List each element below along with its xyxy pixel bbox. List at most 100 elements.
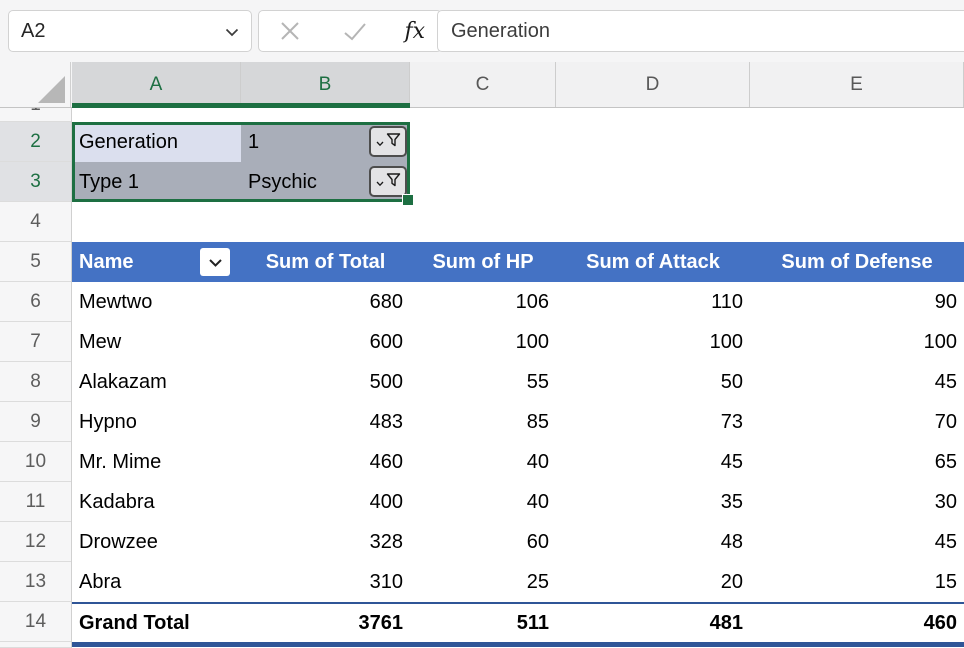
cell-total[interactable]: 483	[241, 402, 410, 442]
cell-attack[interactable]: 35	[556, 482, 750, 522]
chevron-down-icon	[208, 251, 223, 274]
row-number: 12	[25, 531, 46, 553]
row-header-10[interactable]: 10	[0, 442, 71, 482]
table-row: Drowzee 328 60 48 45	[72, 522, 964, 562]
column-header-c[interactable]: C	[410, 62, 556, 107]
table-row: Abra 310 25 20 15	[72, 562, 964, 602]
chevron-down-icon[interactable]	[225, 20, 239, 43]
row-header-2[interactable]: 2	[0, 122, 71, 162]
cell-attack[interactable]: 100	[556, 322, 750, 362]
cell-name[interactable]: Mr. Mime	[72, 442, 241, 482]
cell-hp[interactable]: 55	[410, 362, 556, 402]
cell-name[interactable]: Kadabra	[72, 482, 241, 522]
cell-grand-total-hp[interactable]: 511	[410, 604, 556, 642]
cell-grand-total-total[interactable]: 3761	[241, 604, 410, 642]
row-number: 8	[30, 371, 41, 393]
sheet-grid: Generation 1 Type 1 Psychic Name Sum of …	[72, 108, 964, 648]
cell-grand-total-attack[interactable]: 481	[556, 604, 750, 642]
formula-bar-value: Generation	[451, 20, 550, 43]
formula-bar[interactable]: Generation	[437, 10, 964, 52]
cell-hp[interactable]: 25	[410, 562, 556, 602]
pivot-header-name[interactable]: Name	[72, 242, 241, 282]
cell-hp[interactable]: 40	[410, 482, 556, 522]
cell-total[interactable]: 310	[241, 562, 410, 602]
column-header-strip: A B C D E	[0, 62, 964, 108]
confirm-icon[interactable]	[340, 16, 370, 46]
cell-defense[interactable]: 100	[750, 322, 964, 362]
cell-name[interactable]: Mewtwo	[72, 282, 241, 322]
cell-total[interactable]: 400	[241, 482, 410, 522]
cell-total[interactable]: 680	[241, 282, 410, 322]
insert-function-icon[interactable]: fx	[404, 19, 425, 44]
cell-hp[interactable]: 100	[410, 322, 556, 362]
table-row: Mewtwo 680 106 110 90	[72, 282, 964, 322]
name-filter-dropdown-button[interactable]	[200, 248, 230, 276]
row-header-12[interactable]: 12	[0, 522, 71, 562]
row-header-15-partial[interactable]	[0, 642, 71, 648]
row-header-13[interactable]: 13	[0, 562, 71, 602]
cell-hp[interactable]: 106	[410, 282, 556, 322]
pivot-header-row: Name Sum of Total Sum of HP Sum of Attac…	[72, 242, 964, 282]
row-header-1[interactable]: 1	[0, 108, 71, 122]
cell-grand-total-label[interactable]: Grand Total	[72, 604, 241, 642]
row-header-4[interactable]: 4	[0, 202, 71, 242]
row-number: 4	[30, 211, 41, 233]
cell-total[interactable]: 600	[241, 322, 410, 362]
pivot-header-sum-of-defense[interactable]: Sum of Defense	[750, 242, 964, 282]
cell-attack[interactable]: 20	[556, 562, 750, 602]
cell-name[interactable]: Hypno	[72, 402, 241, 442]
cell-total[interactable]: 460	[241, 442, 410, 482]
cell-hp[interactable]: 85	[410, 402, 556, 442]
cell-name[interactable]: Abra	[72, 562, 241, 602]
row-header-3[interactable]: 3	[0, 162, 71, 202]
cell-defense[interactable]: 30	[750, 482, 964, 522]
name-box[interactable]: A2	[8, 10, 252, 52]
row-number: 9	[30, 411, 41, 433]
cell-name[interactable]: Mew	[72, 322, 241, 362]
row-header-9[interactable]: 9	[0, 402, 71, 442]
row-number: 2	[30, 131, 41, 153]
cell-hp[interactable]: 60	[410, 522, 556, 562]
row-header-strip: 1 2 3 4 5 6 7 8 9 10 11 12 13 14	[0, 108, 72, 648]
table-row: Hypno 483 85 73 70	[72, 402, 964, 442]
cell-total[interactable]: 500	[241, 362, 410, 402]
table-row: Mr. Mime 460 40 45 65	[72, 442, 964, 482]
row-header-6[interactable]: 6	[0, 282, 71, 322]
row-number: 1	[30, 108, 41, 116]
pivot-header-sum-of-attack[interactable]: Sum of Attack	[556, 242, 750, 282]
cell-grand-total-defense[interactable]: 460	[750, 604, 964, 642]
cell-defense[interactable]: 90	[750, 282, 964, 322]
cell-attack[interactable]: 48	[556, 522, 750, 562]
cell-attack[interactable]: 50	[556, 362, 750, 402]
pivot-header-sum-of-total[interactable]: Sum of Total	[241, 242, 410, 282]
cell-attack[interactable]: 110	[556, 282, 750, 322]
row-header-8[interactable]: 8	[0, 362, 71, 402]
cell-hp[interactable]: 40	[410, 442, 556, 482]
row-header-11[interactable]: 11	[0, 482, 71, 522]
cancel-icon[interactable]	[275, 16, 305, 46]
fill-handle[interactable]	[402, 194, 414, 206]
cell-defense[interactable]: 65	[750, 442, 964, 482]
row-header-5[interactable]: 5	[0, 242, 71, 282]
cell-defense[interactable]: 45	[750, 362, 964, 402]
select-all-button[interactable]	[0, 62, 71, 107]
pivot-header-sum-of-hp[interactable]: Sum of HP	[410, 242, 556, 282]
cell-name[interactable]: Drowzee	[72, 522, 241, 562]
table-row: Kadabra 400 40 35 30	[72, 482, 964, 522]
cell-total[interactable]: 328	[241, 522, 410, 562]
row-number: 5	[30, 251, 41, 273]
row-header-14[interactable]: 14	[0, 602, 71, 642]
cell-attack[interactable]: 45	[556, 442, 750, 482]
row-number: 3	[30, 171, 41, 193]
cell-attack[interactable]: 73	[556, 402, 750, 442]
column-header-d[interactable]: D	[556, 62, 750, 107]
cell-name[interactable]: Alakazam	[72, 362, 241, 402]
cell-defense[interactable]: 45	[750, 522, 964, 562]
pivot-header-label: Name	[79, 251, 133, 274]
cell-defense[interactable]: 15	[750, 562, 964, 602]
column-header-e[interactable]: E	[750, 62, 964, 107]
row-header-7[interactable]: 7	[0, 322, 71, 362]
column-header-a[interactable]: A	[72, 62, 241, 107]
cell-defense[interactable]: 70	[750, 402, 964, 442]
column-header-b[interactable]: B	[241, 62, 410, 107]
